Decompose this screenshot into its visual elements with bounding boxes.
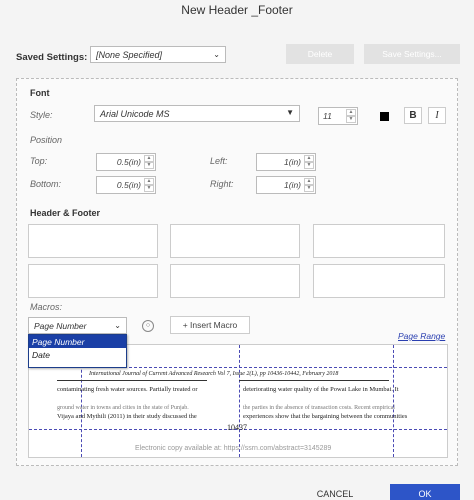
saved-settings-label: Saved Settings: xyxy=(16,52,88,63)
right-margin-unit: (in) xyxy=(288,180,301,190)
increment-icon[interactable]: ▲ xyxy=(304,178,314,185)
preview-footer-text: Electronic copy available at: https://ss… xyxy=(135,445,332,452)
macro-info-icon[interactable]: ○ xyxy=(142,320,154,332)
page-range-link[interactable]: Page Range xyxy=(398,331,445,341)
delete-button[interactable]: Delete xyxy=(286,44,354,64)
left-margin-unit: (in) xyxy=(288,157,301,167)
italic-button[interactable]: I xyxy=(428,107,446,124)
macro-option-page-number[interactable]: Page Number xyxy=(29,335,126,348)
preview-journal-line: International Journal of Current Advance… xyxy=(89,371,339,377)
header-footer-section-title: Header & Footer xyxy=(30,208,101,218)
bottom-margin-value: 0.5 xyxy=(116,180,129,190)
right-header-textbox[interactable] xyxy=(313,224,445,258)
decrement-icon[interactable]: ▼ xyxy=(304,185,314,192)
font-style-label: Style: xyxy=(30,110,53,120)
preview-text-left-3: Vijaya and Mythili (2011) in their study… xyxy=(57,413,197,420)
bottom-margin-label: Bottom: xyxy=(30,179,62,189)
saved-settings-value: [None Specified] xyxy=(96,50,163,60)
chevron-down-icon: ⌄ xyxy=(114,321,121,330)
preview-page-number: 10437 xyxy=(227,423,247,432)
margin-guide-line xyxy=(239,345,240,457)
increment-icon[interactable]: ▲ xyxy=(144,178,154,185)
font-size-stepper[interactable]: 11 ▲ ▼ xyxy=(318,107,358,125)
center-footer-textbox[interactable] xyxy=(170,264,300,298)
preview-text-right-2: the parties in the absence of transactio… xyxy=(243,405,395,411)
left-margin-stepper[interactable]: 1(in) ▲ ▼ xyxy=(256,153,316,171)
top-margin-stepper[interactable]: 0.5(in) ▲ ▼ xyxy=(96,153,156,171)
insert-macro-button[interactable]: + Insert Macro xyxy=(170,316,250,334)
font-size-value: 11 xyxy=(323,111,332,121)
preview-text-right-3: experiences show that the bargaining bet… xyxy=(243,413,408,420)
saved-settings-select[interactable]: [None Specified] ⌄ xyxy=(90,46,226,63)
increment-icon[interactable]: ▲ xyxy=(346,109,356,116)
decrement-icon[interactable]: ▼ xyxy=(144,185,154,192)
preview-rule xyxy=(57,380,207,381)
bottom-margin-unit: (in) xyxy=(128,180,141,190)
macro-option-date[interactable]: Date xyxy=(29,348,126,361)
margin-guide-line xyxy=(393,345,394,457)
increment-icon[interactable]: ▲ xyxy=(304,155,314,162)
ok-button[interactable]: OK xyxy=(390,484,460,500)
top-margin-label: Top: xyxy=(30,156,48,166)
increment-icon[interactable]: ▲ xyxy=(144,155,154,162)
left-margin-label: Left: xyxy=(210,156,228,166)
top-margin-unit: (in) xyxy=(128,157,141,167)
decrement-icon[interactable]: ▼ xyxy=(304,162,314,169)
cancel-button[interactable]: CANCEL xyxy=(290,484,380,500)
dialog-title: New Header _Footer xyxy=(181,3,293,17)
right-footer-textbox[interactable] xyxy=(313,264,445,298)
font-section-title: Font xyxy=(30,88,50,98)
font-color-swatch[interactable] xyxy=(380,112,389,121)
font-style-value: Arial Unicode MS xyxy=(100,109,170,119)
center-header-textbox[interactable] xyxy=(170,224,300,258)
position-section-title: Position xyxy=(30,135,63,145)
left-header-textbox[interactable] xyxy=(28,224,158,258)
macros-label: Macros: xyxy=(30,302,63,312)
macro-select-value: Page Number xyxy=(34,321,87,331)
decrement-icon[interactable]: ▼ xyxy=(144,162,154,169)
right-margin-label: Right: xyxy=(210,179,234,189)
save-settings-button[interactable]: Save Settings... xyxy=(364,44,460,64)
macro-select[interactable]: Page Number ⌄ xyxy=(28,317,127,334)
preview-text-right-1: deteriorating water quality of the Powai… xyxy=(243,386,399,393)
preview-rule xyxy=(239,380,389,381)
font-style-select[interactable]: Arial Unicode MS ▼ xyxy=(94,105,300,122)
left-footer-textbox[interactable] xyxy=(28,264,158,298)
right-margin-stepper[interactable]: 1(in) ▲ ▼ xyxy=(256,176,316,194)
bottom-margin-stepper[interactable]: 0.5(in) ▲ ▼ xyxy=(96,176,156,194)
bold-button[interactable]: B xyxy=(404,107,422,124)
top-margin-value: 0.5 xyxy=(116,157,129,167)
decrement-icon[interactable]: ▼ xyxy=(346,116,356,123)
preview-text-left-1: contaminating fresh water sources. Parti… xyxy=(57,386,198,393)
triangle-down-icon: ▼ xyxy=(286,108,294,117)
macro-dropdown-list: Page Number Date xyxy=(28,334,127,368)
preview-text-left-2: ground water in towns and cities in the … xyxy=(57,405,189,411)
chevron-down-icon: ⌄ xyxy=(213,50,220,59)
